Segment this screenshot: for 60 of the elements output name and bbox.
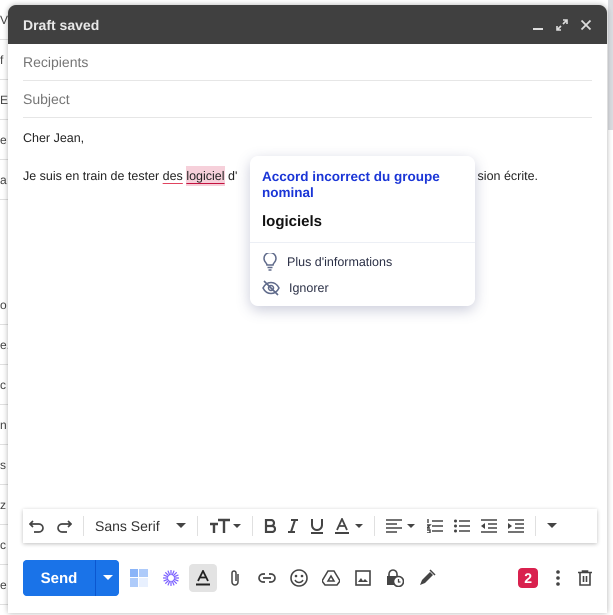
toolbar-button[interactable]	[189, 564, 217, 592]
replacement-suggestion[interactable]: logiciels	[262, 213, 463, 230]
sparkle-icon	[162, 569, 180, 587]
emoji-icon	[290, 569, 308, 587]
flagged-word[interactable]: logiciel	[186, 166, 225, 186]
undo-icon[interactable]	[29, 519, 45, 533]
popup-action[interactable]: Plus d'informations	[287, 255, 392, 269]
trash-icon[interactable]	[578, 570, 592, 586]
popup-action[interactable]: Ignorer	[289, 281, 329, 295]
underline-icon[interactable]	[310, 518, 324, 534]
list-text-fragment: c	[0, 378, 6, 392]
link-icon	[258, 573, 276, 583]
send-options-button[interactable]	[95, 560, 119, 596]
layout-icon	[130, 569, 148, 587]
image-icon	[355, 570, 371, 586]
marked-word[interactable]: des	[162, 166, 183, 186]
triangle-icon	[322, 570, 340, 586]
list-text-fragment: n	[0, 418, 7, 432]
suggestion-title: Accord incorrect du groupe nominal	[262, 169, 441, 201]
body-text: Je suis en train de tester	[23, 168, 160, 185]
pen-icon	[418, 569, 436, 587]
italic-icon[interactable]	[286, 519, 299, 533]
list-text-fragment: c	[0, 538, 6, 552]
text-size-icon[interactable]	[208, 518, 241, 534]
bulleted-list-icon[interactable]	[454, 519, 470, 533]
indent-more-icon[interactable]	[508, 519, 524, 533]
caret-icon	[176, 523, 186, 529]
scrollbar[interactable]	[608, 0, 613, 130]
list-text-fragment: z	[0, 498, 6, 512]
expand-icon[interactable]	[556, 18, 568, 30]
list-text-fragment: E	[0, 92, 8, 106]
window-title: Draft saved	[23, 16, 100, 32]
greeting-text: Cher Jean,	[23, 130, 86, 147]
eye-off-icon	[262, 280, 280, 296]
text-format-icon	[195, 570, 211, 586]
body-text: sion écrite.	[478, 168, 538, 185]
caret-icon	[102, 575, 112, 581]
list-text-fragment: a	[0, 172, 7, 186]
bold-icon[interactable]	[264, 519, 276, 533]
text-color-icon[interactable]	[334, 518, 363, 534]
close-icon[interactable]	[580, 18, 592, 30]
lightbulb-icon	[262, 253, 278, 271]
lock-clock-icon	[386, 569, 404, 587]
paperclip-icon	[229, 569, 241, 587]
list-text-fragment: s	[0, 458, 6, 472]
indent-less-icon[interactable]	[480, 519, 497, 533]
list-text-fragment: e	[0, 132, 7, 146]
list-text-fragment: V	[0, 12, 8, 26]
body-text: d'	[227, 168, 238, 185]
redo-icon[interactable]	[56, 519, 72, 533]
notification-badge[interactable]: 2	[518, 568, 538, 588]
list-text-fragment: o	[0, 298, 7, 312]
list-text-fragment: e	[0, 578, 7, 592]
font-dropdown[interactable]: Sans Serif	[95, 518, 186, 534]
list-text-fragment: f	[0, 52, 4, 66]
more-options-icon[interactable]	[556, 570, 560, 586]
align-icon[interactable]	[386, 519, 416, 533]
send-button[interactable]: Send	[23, 560, 95, 596]
caret-icon[interactable]	[546, 523, 557, 529]
numbered-list-icon[interactable]	[426, 519, 443, 533]
